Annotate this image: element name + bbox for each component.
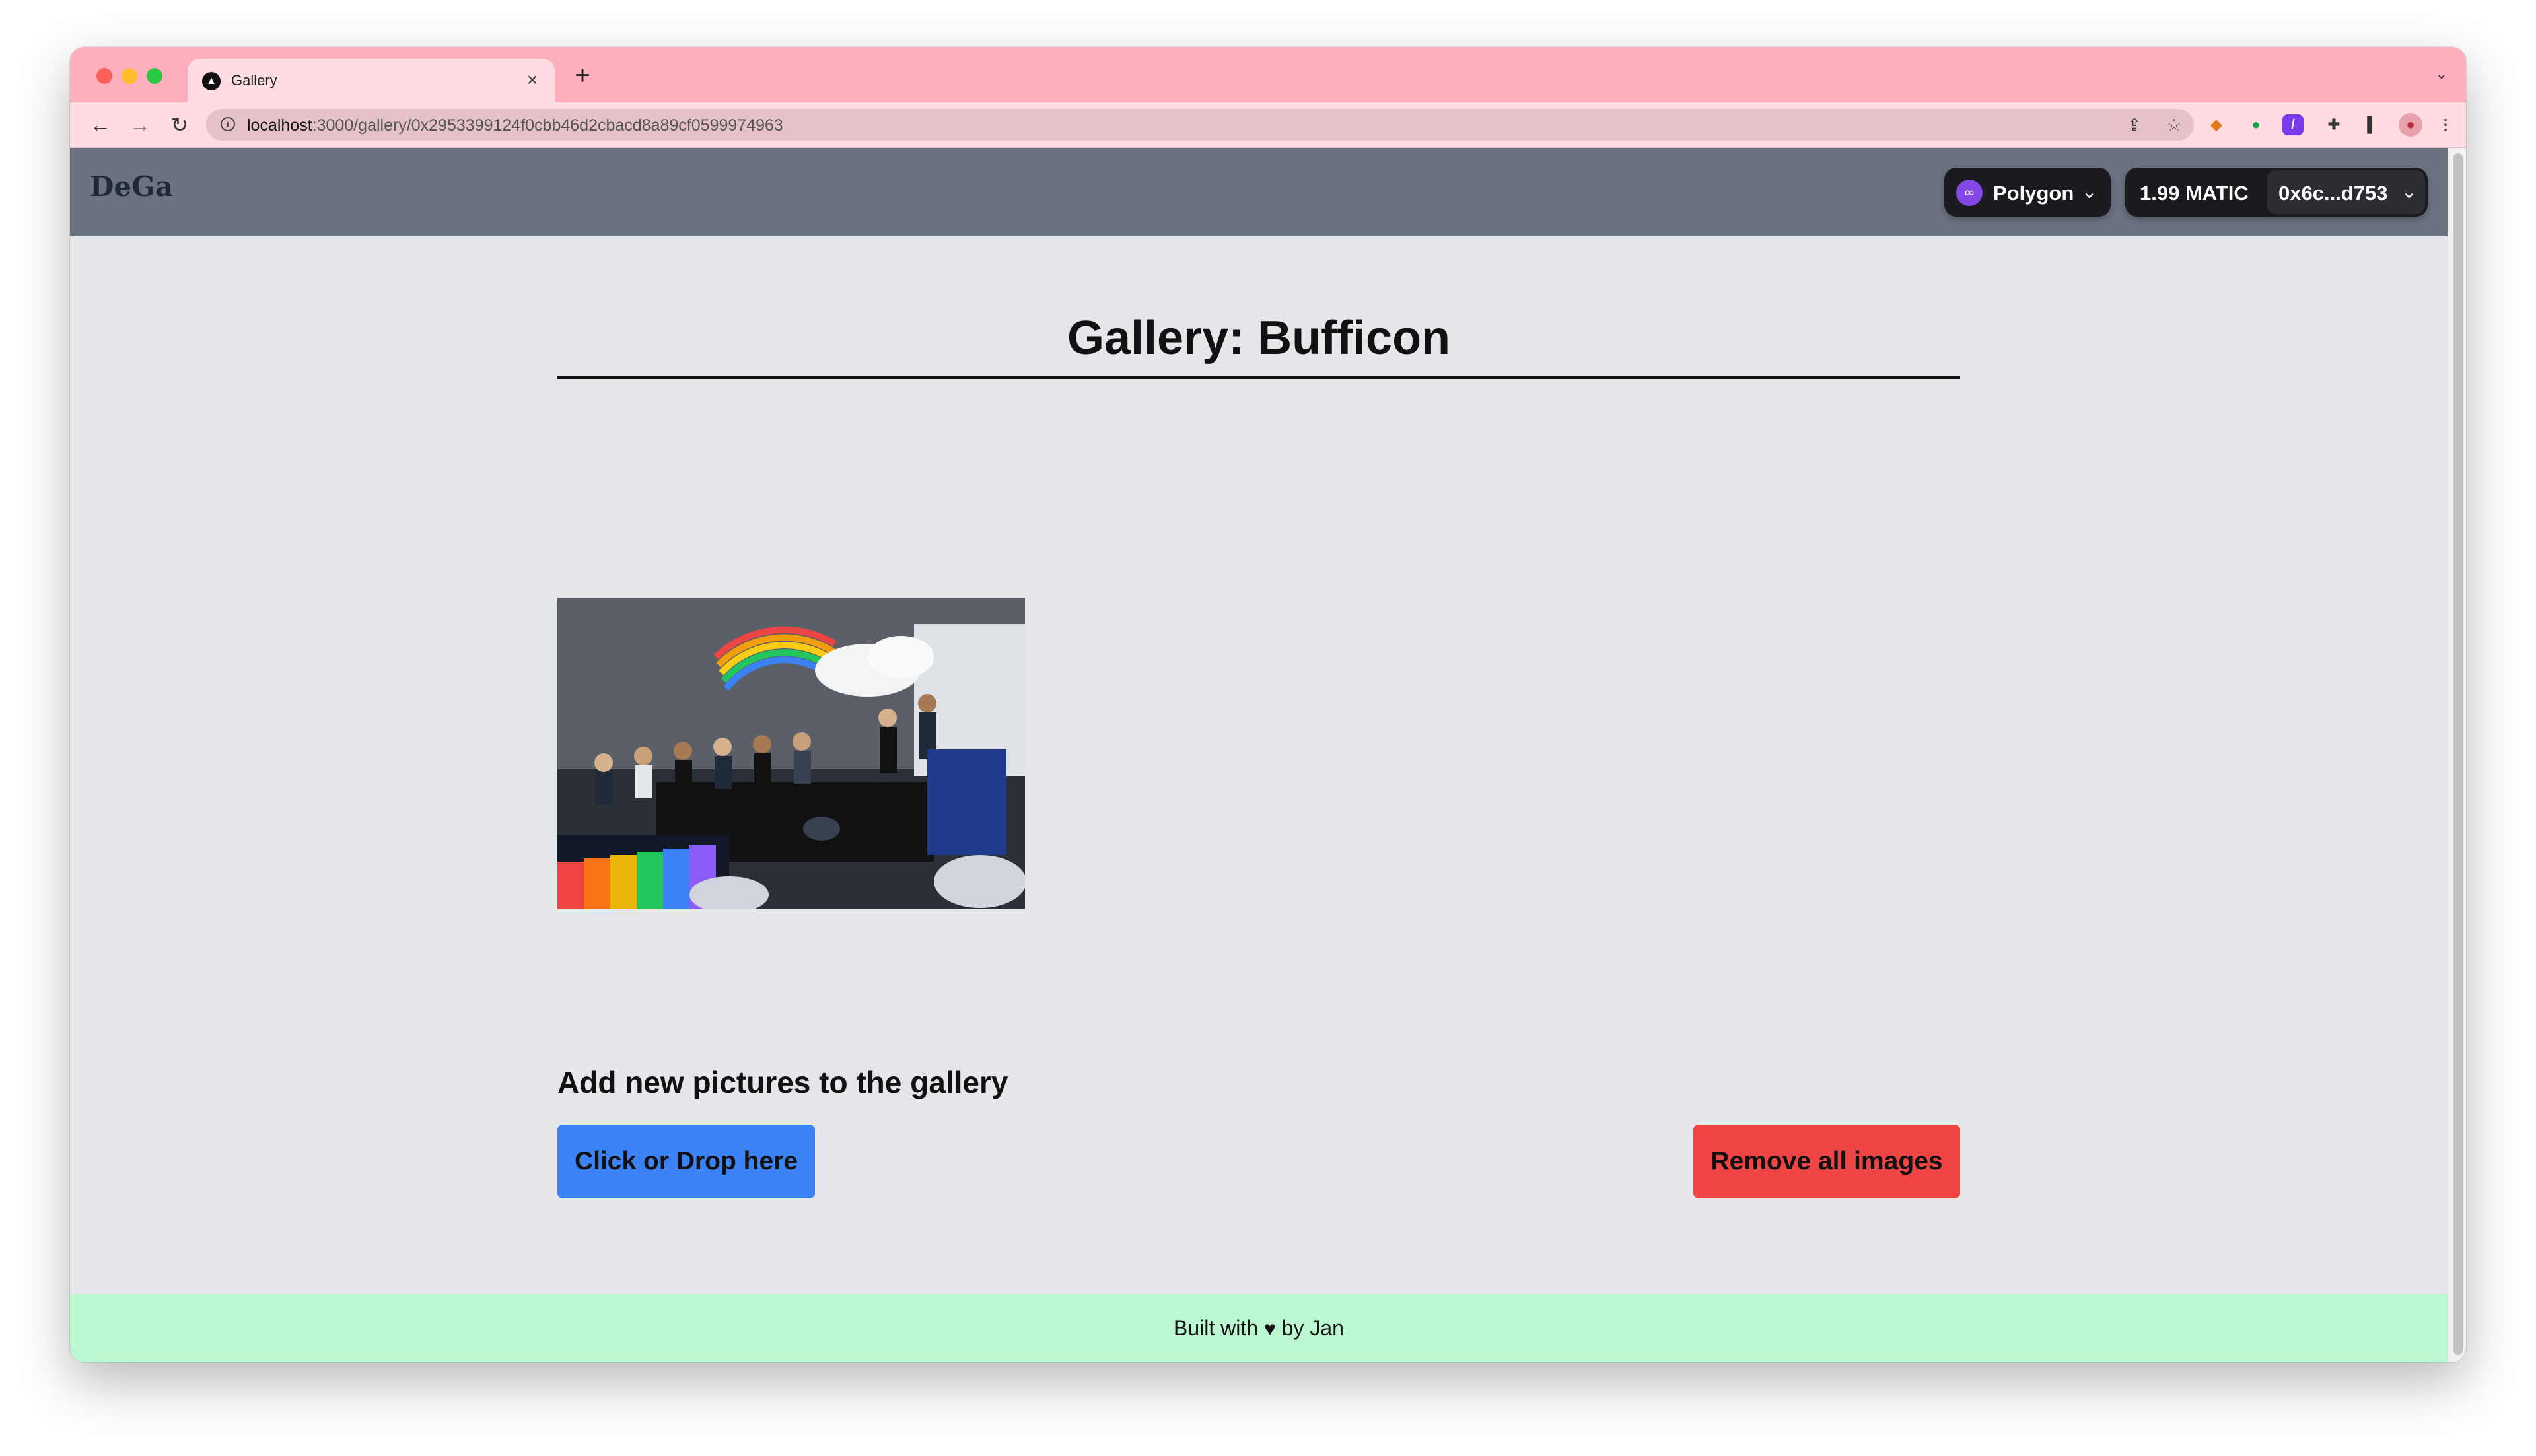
window-maximize-button[interactable] [147, 68, 162, 84]
reload-icon[interactable]: ↻ [165, 110, 194, 139]
gallery-photo [557, 598, 1025, 909]
browser-toolbar: ← → ↻ i localhost:3000/gallery/0x2953399… [70, 102, 2466, 148]
heart-icon: ♥ [1263, 1318, 1276, 1340]
chevron-down-icon: ⌄ [2401, 182, 2417, 202]
chevron-down-icon: ⌄ [2082, 182, 2097, 202]
address-bar[interactable]: i localhost:3000/gallery/0x2953399124f0c… [206, 109, 2194, 141]
page-footer: Built with ♥ by Jan [70, 1294, 2448, 1362]
wallet-address: 0x6c...d753 [2278, 182, 2388, 205]
browser-window: ▲ Gallery × + ⌄ ← → ↻ i localhost:3000/g… [70, 47, 2466, 1362]
forward-arrow-icon[interactable]: → [125, 110, 155, 139]
profile-avatar-icon[interactable]: ● [2399, 113, 2422, 137]
tab-search-chevron-icon[interactable]: ⌄ [2436, 65, 2448, 83]
account-button[interactable]: 1.99 MATIC 0x6c...d753 ⌄ [2125, 168, 2428, 217]
url-text[interactable]: localhost:3000/gallery/0x2953399124f0cbb… [247, 116, 783, 135]
side-panel-icon[interactable]: ▌ [2359, 112, 2385, 138]
extension-leaf-icon[interactable]: ● [2243, 112, 2269, 138]
back-arrow-icon[interactable]: ← [86, 110, 115, 139]
new-tab-button[interactable]: + [567, 60, 598, 92]
app-navbar: DeGa ∞ Polygon ⌄ 1.99 MATIC 0x6c...d753 … [70, 148, 2448, 236]
upload-heading: Add new pictures to the gallery [557, 1065, 1008, 1099]
share-icon[interactable]: ⇪ [2124, 114, 2145, 135]
upload-dropzone-button[interactable]: Click or Drop here [557, 1125, 815, 1198]
network-switch-button[interactable]: ∞ Polygon ⌄ [1944, 168, 2111, 217]
tab-strip: ▲ Gallery × + ⌄ [70, 47, 2466, 102]
page-viewport: DeGa ∞ Polygon ⌄ 1.99 MATIC 0x6c...d753 … [70, 148, 2448, 1362]
footer-credit: Built with ♥ by Jan [1174, 1316, 1344, 1340]
tab-close-icon[interactable]: × [520, 68, 544, 92]
metamask-fox-icon[interactable]: ◆ [2203, 112, 2230, 138]
tab-title: Gallery [231, 72, 277, 88]
url-host: localhost [247, 116, 312, 135]
wallet-balance: 1.99 MATIC [2140, 182, 2249, 205]
footer-prefix: Built with [1174, 1316, 1259, 1340]
browser-menu-icon[interactable]: ⋮ [2438, 112, 2453, 138]
url-path: :3000/gallery/0x2953399124f0cbb46d2cbacd… [312, 116, 783, 135]
bookmark-star-icon[interactable]: ☆ [2164, 114, 2185, 135]
remove-all-images-button[interactable]: Remove all images [1693, 1125, 1960, 1198]
polygon-icon: ∞ [1956, 180, 1983, 206]
brand-logo[interactable]: DeGa [90, 170, 173, 203]
gallery-image[interactable] [557, 598, 1025, 909]
account-address-pill[interactable]: 0x6c...d753 ⌄ [2267, 170, 2425, 214]
window-close-button[interactable] [96, 68, 112, 84]
page-title: Gallery: Bufficon [1067, 312, 1451, 364]
site-info-icon[interactable]: i [221, 117, 235, 131]
window-minimize-button[interactable] [122, 68, 137, 84]
extensions-puzzle-icon[interactable]: ✚ [2321, 112, 2347, 138]
dega-favicon-icon: ▲ [202, 72, 221, 90]
scrollbar-thumb[interactable] [2453, 153, 2463, 1355]
footer-suffix: by Jan [1281, 1316, 1344, 1340]
extension-purple-icon[interactable]: / [2282, 114, 2304, 135]
title-divider [557, 376, 1960, 379]
page-scrollbar[interactable] [2448, 148, 2466, 1362]
network-label: Polygon [1993, 182, 2074, 205]
tab-gallery[interactable]: ▲ Gallery × [188, 59, 555, 102]
